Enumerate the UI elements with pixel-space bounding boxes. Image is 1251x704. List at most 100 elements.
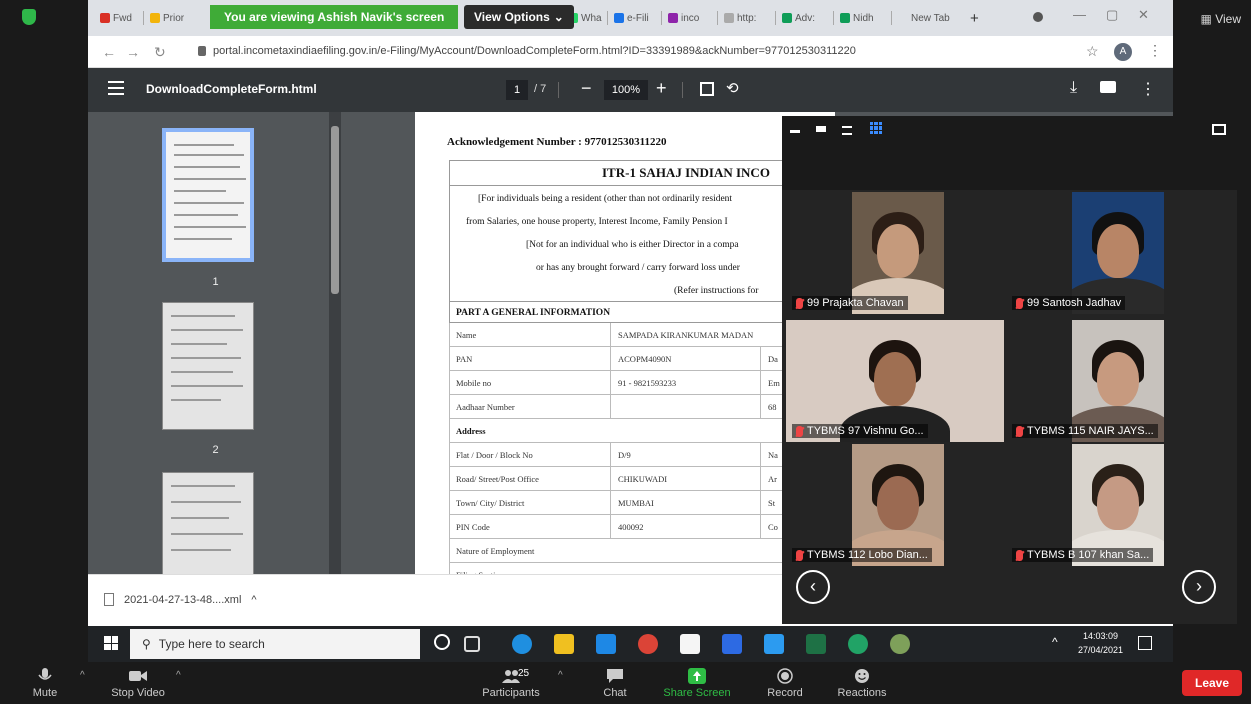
zoom-app-icon[interactable] bbox=[722, 634, 742, 654]
whatsapp-icon[interactable] bbox=[848, 634, 868, 654]
pdf-more-icon[interactable]: ⋮ bbox=[1140, 79, 1156, 99]
stop-video-button[interactable]: Stop Video bbox=[93, 662, 183, 704]
form-field-extra: Na bbox=[768, 450, 778, 460]
page-number-input[interactable]: 1 bbox=[506, 80, 528, 100]
intro-line: from Salaries, one house property, Inter… bbox=[466, 217, 728, 227]
mute-button[interactable]: Mute bbox=[0, 662, 90, 704]
store-icon[interactable] bbox=[680, 634, 700, 654]
participant-tile[interactable]: TYBMS 112 Lobo Dian... bbox=[786, 444, 1004, 566]
fit-page-icon[interactable] bbox=[700, 82, 714, 96]
next-page-icon[interactable]: › bbox=[1182, 570, 1216, 604]
file-explorer-icon[interactable] bbox=[554, 634, 574, 654]
participant-tile[interactable]: TYBMS 97 Vishnu Go... bbox=[786, 320, 1004, 442]
forward-icon[interactable]: → bbox=[126, 44, 140, 60]
participant-tile[interactable]: 99 Santosh Jadhav bbox=[1006, 192, 1224, 314]
participant-face bbox=[1097, 476, 1139, 530]
form-field-label: Flat / Door / Block No bbox=[456, 450, 533, 460]
intro-line: (Refer instructions for bbox=[674, 286, 759, 296]
browser-tab[interactable]: New Tab bbox=[898, 9, 950, 27]
tray-expand-icon[interactable]: ^ bbox=[1052, 635, 1058, 649]
browser-menu-icon[interactable]: ⋮ bbox=[1148, 42, 1162, 59]
thumbnail-page-2[interactable] bbox=[162, 302, 254, 430]
zoom-in-icon[interactable]: + bbox=[656, 78, 667, 99]
zoom-level-input[interactable]: 100% bbox=[604, 80, 648, 100]
participant-tile[interactable]: TYBMS 115 NAIR JAYS... bbox=[1006, 320, 1224, 442]
system-clock[interactable]: 14:03:09 27/04/2021 bbox=[1078, 629, 1123, 657]
chat-icon bbox=[607, 669, 623, 683]
app-icon[interactable] bbox=[890, 634, 910, 654]
view-button[interactable]: View bbox=[1201, 12, 1241, 26]
exit-floating-icon[interactable] bbox=[1212, 124, 1226, 135]
scrollbar-thumb[interactable] bbox=[331, 126, 339, 294]
bookmark-star-icon[interactable]: ☆ bbox=[1086, 43, 1099, 60]
pdf-page: Acknowledgement Number : 977012530311220… bbox=[415, 112, 835, 574]
reload-icon[interactable]: ↻ bbox=[154, 44, 166, 61]
windows-start-icon[interactable] bbox=[104, 636, 118, 650]
notification-icon[interactable] bbox=[1138, 636, 1152, 650]
reactions-button[interactable]: Reactions bbox=[817, 662, 907, 704]
zoom-out-icon[interactable]: − bbox=[581, 78, 592, 99]
video-options-caret-icon[interactable]: ^ bbox=[176, 670, 181, 681]
form-field-value: 400092 bbox=[618, 522, 644, 532]
share-screen-button[interactable]: Share Screen bbox=[652, 662, 742, 704]
form-field-value: 91 - 9821593233 bbox=[618, 378, 677, 388]
tab-favicon-icon bbox=[150, 13, 160, 23]
edge-icon[interactable] bbox=[512, 634, 532, 654]
url-field[interactable]: portal.incometaxindiaefiling.gov.in/e-Fi… bbox=[213, 45, 856, 57]
new-tab-plus-icon[interactable]: + bbox=[970, 9, 979, 27]
chat-button[interactable]: Chat bbox=[570, 662, 660, 704]
participant-tile[interactable]: TYBMS B 107 khan Sa... bbox=[1006, 444, 1224, 566]
thumbnail-page-3[interactable] bbox=[162, 472, 254, 574]
minimize-video-icon[interactable] bbox=[790, 130, 800, 133]
speaker-view-icon[interactable] bbox=[842, 126, 852, 135]
task-view-icon[interactable] bbox=[464, 636, 480, 652]
browser-tab[interactable]: inco bbox=[668, 9, 699, 27]
gallery-view-icon[interactable] bbox=[870, 122, 882, 134]
previous-page-icon[interactable]: ‹ bbox=[796, 570, 830, 604]
audio-options-caret-icon[interactable]: ^ bbox=[80, 670, 85, 681]
form-field-value: ACOPM4090N bbox=[618, 354, 672, 364]
browser-tab[interactable]: Prior bbox=[150, 9, 184, 27]
participant-tile[interactable]: 99 Prajakta Chavan bbox=[786, 192, 1004, 314]
zoom-meeting-icon[interactable] bbox=[764, 634, 784, 654]
view-options-button[interactable]: View Options ⌄ bbox=[464, 5, 574, 29]
participant-face bbox=[877, 224, 919, 278]
browser-tab[interactable]: http: bbox=[724, 9, 756, 27]
cortana-icon[interactable] bbox=[434, 634, 450, 650]
menu-icon[interactable] bbox=[108, 81, 124, 95]
form-field-label: Address bbox=[456, 426, 486, 436]
form-field-label: PAN bbox=[456, 354, 473, 364]
browser-tab[interactable]: e-Fili bbox=[614, 9, 649, 27]
participants-caret-icon[interactable]: ^ bbox=[558, 670, 563, 681]
cell-divider bbox=[610, 443, 611, 466]
leave-button[interactable]: Leave bbox=[1182, 670, 1242, 696]
form-row: PAN ACOPM4090N Da bbox=[449, 347, 835, 371]
browser-tab[interactable]: Fwd bbox=[100, 9, 132, 27]
tab-favicon-icon bbox=[668, 13, 678, 23]
thumbnail-number: 1 bbox=[212, 276, 219, 288]
lock-icon[interactable] bbox=[198, 46, 206, 56]
browser-tab[interactable]: Adv: bbox=[782, 9, 815, 27]
download-icon[interactable]: ⤓ bbox=[1070, 79, 1077, 97]
thumbnail-page-1[interactable] bbox=[162, 128, 254, 262]
chrome-icon[interactable] bbox=[638, 634, 658, 654]
minimize-icon[interactable]: — bbox=[1073, 7, 1086, 22]
browser-tab[interactable]: Nidh bbox=[840, 9, 874, 27]
excel-icon[interactable] bbox=[806, 634, 826, 654]
tab-favicon-icon bbox=[724, 13, 734, 23]
download-item[interactable]: 2021-04-27-13-48....xml ^ bbox=[104, 593, 257, 606]
rotate-icon[interactable]: ⟲ bbox=[726, 79, 739, 97]
back-icon[interactable]: ← bbox=[102, 44, 116, 60]
tab-divider bbox=[661, 11, 662, 25]
thumbnail-scrollbar[interactable] bbox=[329, 112, 341, 574]
participants-button[interactable]: 25 Participants bbox=[466, 662, 556, 704]
profile-avatar[interactable]: A bbox=[1114, 43, 1132, 61]
taskbar-search[interactable]: ⚲ Type here to search bbox=[130, 629, 420, 659]
print-icon[interactable] bbox=[1100, 81, 1116, 93]
mail-icon[interactable] bbox=[596, 634, 616, 654]
maximize-icon[interactable]: ▢ bbox=[1106, 7, 1118, 23]
chevron-up-icon[interactable]: ^ bbox=[251, 594, 256, 606]
security-shield-icon[interactable] bbox=[22, 9, 36, 25]
close-icon[interactable]: ✕ bbox=[1138, 7, 1149, 23]
hide-video-icon[interactable] bbox=[816, 126, 826, 132]
